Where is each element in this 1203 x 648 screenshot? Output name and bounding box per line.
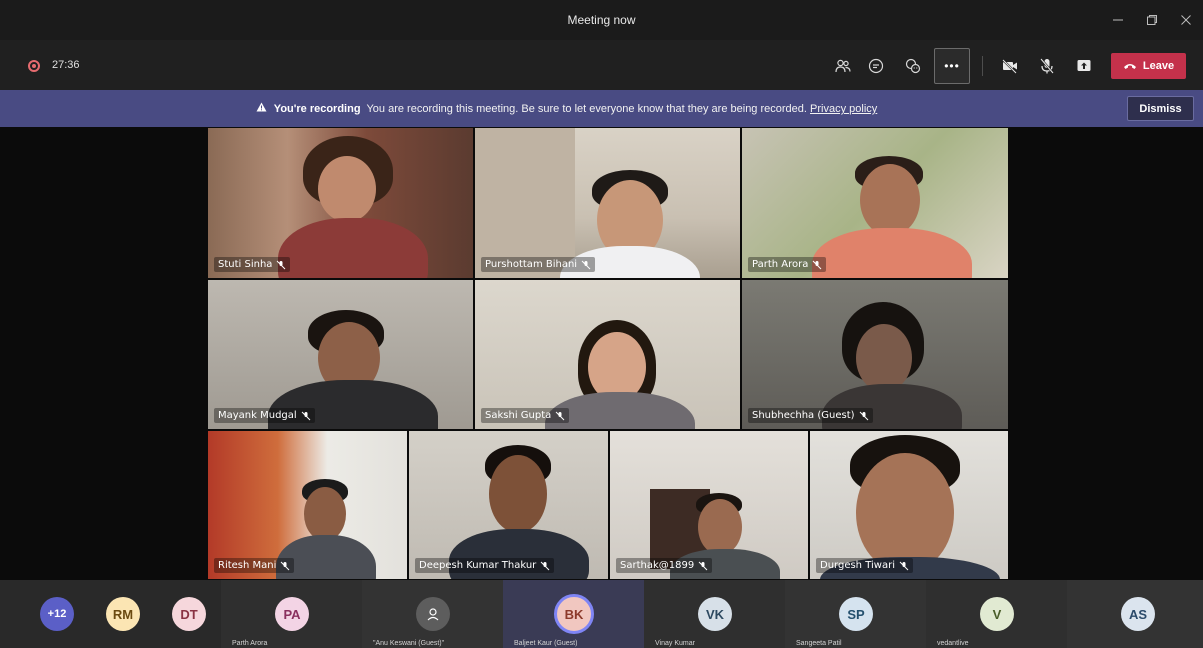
chat-icon	[868, 58, 884, 74]
video-tile[interactable]: Stuti Sinha	[207, 127, 474, 279]
roster-participant[interactable]: "Anu Keswani (Guest)"	[362, 580, 503, 648]
roster-participant[interactable]: AS	[1067, 580, 1203, 648]
privacy-policy-link[interactable]: Privacy policy	[810, 103, 877, 115]
video-tile[interactable]: Purshottam Bihani	[474, 127, 741, 279]
close-icon[interactable]	[1169, 0, 1203, 40]
participant-name-tag: Stuti Sinha	[214, 257, 291, 272]
participant-name: Sakshi Gupta	[485, 410, 552, 421]
raise-hand-icon	[905, 58, 921, 74]
video-tile[interactable]: Parth Arora	[741, 127, 1009, 279]
banner-message: You're recording You are recording this …	[0, 102, 1133, 115]
roster-participant[interactable]: PA Parth Arora	[221, 580, 362, 648]
video-tile[interactable]: Deepesh Kumar Thakur	[408, 430, 609, 580]
video-tile[interactable]: Shubhechha (Guest)	[741, 279, 1009, 430]
meeting-timer: 27:36	[52, 59, 80, 71]
participant-avatar: PA	[275, 597, 309, 631]
participant-name: Deepesh Kumar Thakur	[419, 560, 537, 571]
participant-name-tag: Shubhechha (Guest)	[748, 408, 873, 423]
participant-name: Parth Arora	[752, 259, 809, 270]
more-actions-button[interactable]: •••	[934, 48, 970, 84]
muted-mic-icon	[581, 260, 591, 269]
roster-participant[interactable]: VK Vinay Kumar	[644, 580, 785, 648]
muted-mic-icon	[277, 260, 286, 269]
roster-participant-name: Sangeeta Patil	[796, 640, 842, 647]
roster-participant[interactable]: V vedantlive	[926, 580, 1067, 648]
window-title: Meeting now	[567, 13, 636, 27]
window-controls	[1101, 0, 1203, 40]
video-tile[interactable]: Sarthak@1899	[609, 430, 809, 580]
mic-off-icon	[1040, 58, 1054, 74]
participant-name: Ritesh Mani	[218, 560, 277, 571]
muted-mic-icon	[555, 411, 565, 420]
participant-name: Stuti Sinha	[218, 259, 273, 270]
banner-title: You're recording	[273, 103, 361, 115]
banner-body: You are recording this meeting. Be sure …	[366, 103, 807, 115]
participant-name-tag: Durgesh Tiwari	[816, 558, 913, 573]
dismiss-button[interactable]: Dismiss	[1127, 96, 1194, 121]
participant-avatar: SP	[839, 597, 873, 631]
minimize-icon[interactable]	[1101, 0, 1135, 40]
participant-name-tag: Parth Arora	[748, 257, 827, 272]
camera-off-button[interactable]	[996, 53, 1024, 79]
muted-mic-icon	[301, 411, 311, 420]
muted-mic-icon	[698, 561, 708, 570]
muted-mic-icon	[813, 260, 822, 269]
video-tile[interactable]: Ritesh Mani	[207, 430, 408, 580]
muted-mic-icon	[859, 411, 868, 420]
roster-participant-name: vedantlive	[937, 640, 969, 647]
participant-roster: +12 RM DT PA Parth Arora "Anu Keswani (G…	[0, 580, 1203, 648]
participant-avatar: VK	[698, 597, 732, 631]
participant-name: Shubhechha (Guest)	[752, 410, 855, 421]
participant-name-tag: Purshottam Bihani	[481, 257, 596, 272]
video-grid: Stuti Sinha Purshottam Bihani Parth Aror…	[0, 127, 1203, 580]
participant-avatar: BK	[554, 594, 594, 634]
video-tile[interactable]: Durgesh Tiwari	[809, 430, 1009, 580]
participants-button[interactable]	[829, 53, 857, 79]
guest-avatar-icon	[416, 597, 450, 631]
participant-name-tag: Ritesh Mani	[214, 558, 295, 573]
muted-mic-icon	[899, 561, 909, 570]
phone-hangup-icon	[1123, 64, 1136, 69]
participant-name: Durgesh Tiwari	[820, 560, 895, 571]
restore-icon[interactable]	[1135, 0, 1169, 40]
muted-mic-icon	[540, 561, 550, 570]
participant-avatar: V	[980, 597, 1014, 631]
leave-label: Leave	[1142, 60, 1175, 72]
participant-name: Mayank Mudgal	[218, 410, 297, 421]
participant-name-tag: Sarthak@1899	[616, 558, 713, 573]
roster-participant-name: "Anu Keswani (Guest)"	[373, 640, 445, 647]
leave-button[interactable]: Leave	[1111, 53, 1186, 79]
participant-name-tag: Sakshi Gupta	[481, 408, 570, 423]
participant-name-tag: Deepesh Kumar Thakur	[415, 558, 555, 573]
chat-button[interactable]	[862, 53, 890, 79]
roster-participant[interactable]: SP Sangeeta Patil	[785, 580, 926, 648]
participant-avatar[interactable]: RM	[106, 597, 140, 631]
participant-avatar[interactable]: DT	[172, 597, 206, 631]
warning-icon	[256, 102, 267, 115]
muted-mic-icon	[281, 561, 290, 570]
participant-avatar: AS	[1121, 597, 1155, 631]
video-tile[interactable]: Sakshi Gupta	[474, 279, 741, 430]
roster-participant-name: Vinay Kumar	[655, 640, 695, 647]
roster-participant-name: Parth Arora	[232, 640, 268, 647]
toolbar-divider	[982, 56, 983, 76]
share-screen-icon	[1077, 60, 1091, 71]
roster-participant-active[interactable]: BK Baljeet Kaur (Guest)	[503, 580, 644, 648]
meeting-control-bar: 27:36 ••• Leave	[0, 40, 1203, 90]
participant-name: Sarthak@1899	[620, 560, 695, 571]
participant-name-tag: Mayank Mudgal	[214, 408, 315, 423]
roster-participant-name: Baljeet Kaur (Guest)	[514, 640, 578, 647]
camera-off-icon	[1002, 59, 1017, 74]
reactions-button[interactable]	[899, 53, 927, 79]
people-icon	[835, 59, 851, 73]
mute-button[interactable]	[1033, 53, 1061, 79]
recording-banner: You're recording You are recording this …	[0, 90, 1203, 127]
video-tile[interactable]: Mayank Mudgal	[207, 279, 474, 430]
share-button[interactable]	[1070, 53, 1098, 79]
overflow-participants-button[interactable]: +12	[40, 597, 74, 631]
title-bar: Meeting now	[0, 0, 1203, 40]
participant-name: Purshottam Bihani	[485, 259, 578, 270]
recording-indicator-icon	[28, 60, 40, 72]
